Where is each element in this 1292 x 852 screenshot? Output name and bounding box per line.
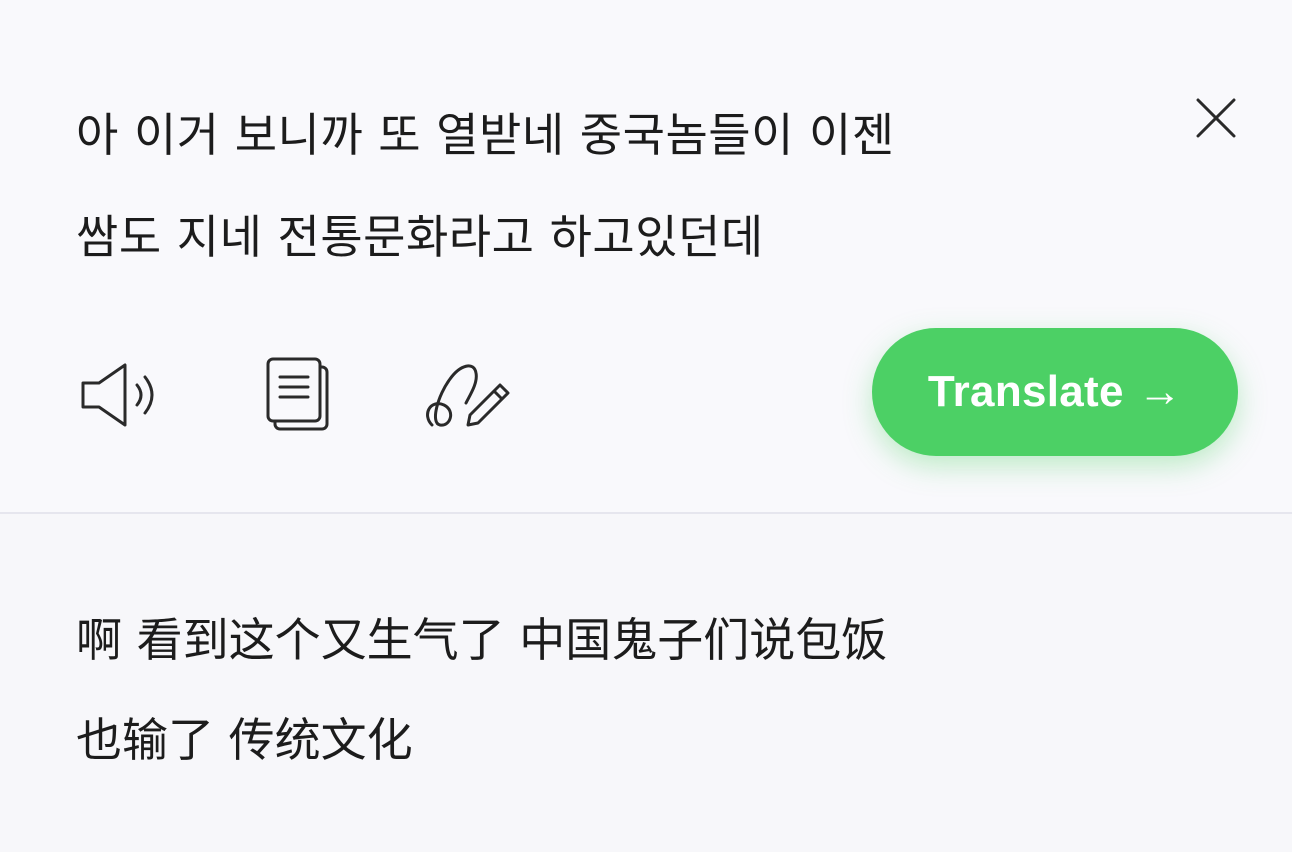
translate-button[interactable]: Translate → [872,328,1238,456]
source-text[interactable]: 아 이거 보니까 또 열받네 중국놈들이 이젠 쌈도 지네 전통문화라고 하고있… [76,84,1156,288]
speak-button[interactable] [70,350,170,440]
handwriting-icon [426,364,510,427]
source-panel: 아 이거 보니까 또 열받네 중국놈들이 이젠 쌈도 지네 전통문화라고 하고있… [0,0,1292,512]
handwriting-button[interactable] [418,350,518,440]
toolbar: Translate → [0,320,1292,470]
result-text: 啊 看到这个又生气了 中国鬼子们说包饭 也输了 传统文化 [76,613,888,767]
copy-icon [266,357,329,431]
arrow-right-icon: → [1137,367,1183,416]
translate-label: Translate [927,367,1124,416]
copy-button[interactable] [248,350,348,440]
clear-button[interactable] [1186,88,1246,148]
translator-app: 아 이거 보니까 또 열받네 중국놈들이 이젠 쌈도 지네 전통문화라고 하고있… [0,0,1292,852]
close-icon [1196,98,1236,138]
result-panel: 啊 看到这个又生气了 中国鬼子们说包饭 也输了 传统文化 [0,514,1292,852]
speaker-icon [81,363,154,427]
